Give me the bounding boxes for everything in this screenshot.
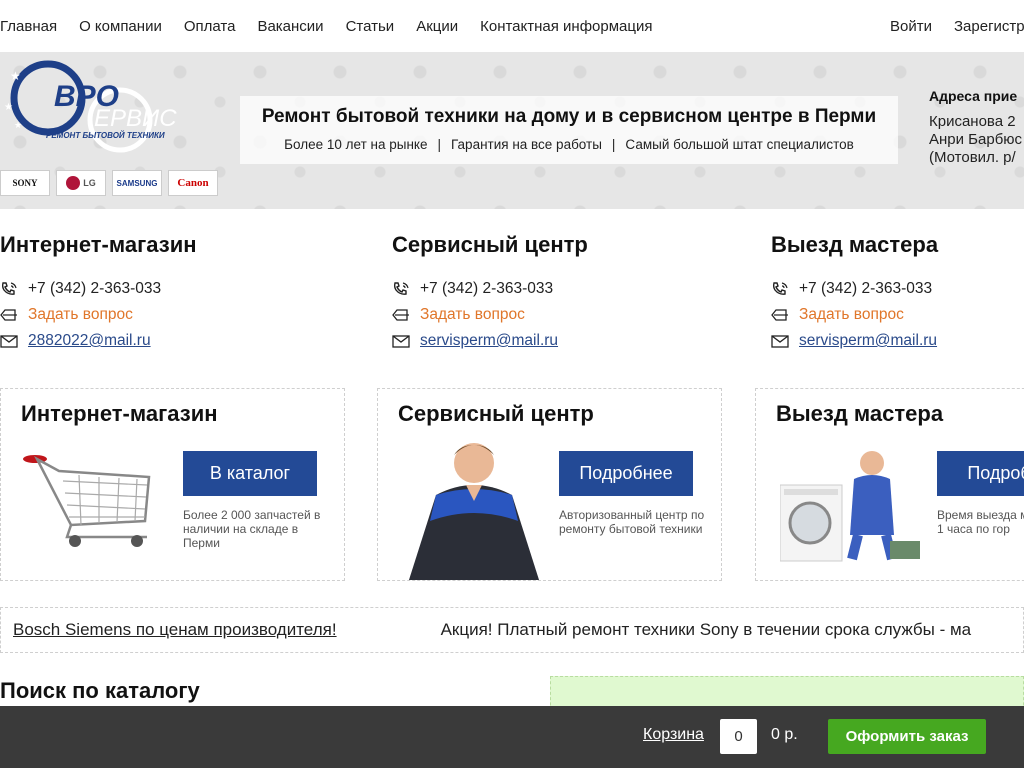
catalog-button[interactable]: В каталог [183,451,317,496]
address-heading: Адреса прие [929,88,1018,104]
nav-item-contacts[interactable]: Контактная информация [480,18,652,35]
promo-text[interactable]: Акция! Платный ремонт техники Sony в теч… [441,620,972,640]
email-row: servisperm@mail.ru [771,328,938,354]
tagline-box: Ремонт бытовой техники на дому и в серви… [240,96,898,164]
card-note: Время выезда м от 1 часа по гор [937,508,1024,536]
feature-item: Более 10 лет на рынке [284,137,428,152]
star-icon: ★ [4,102,13,113]
login-link[interactable]: Войти [890,18,932,35]
cart-total: 0 р. [771,726,798,743]
email-link[interactable]: 2882022@mail.ru [28,332,151,350]
phone-row: +7 (342) 2-363-033 [392,276,588,302]
company-logo[interactable]: ВРО ЕРВИС РЕМОНТ БЫТОВОЙ ТЕХНИКИ ★ ★ ★ [2,60,212,160]
address-line: (Мотовил. р/ [929,149,1016,166]
email-link[interactable]: servisperm@mail.ru [420,332,558,350]
phone-number[interactable]: +7 (342) 2-363-033 [420,280,553,298]
phone-icon [772,282,788,295]
nav-item-vacancies[interactable]: Вакансии [257,18,323,35]
nav-item-promotions[interactable]: Акции [416,18,458,35]
cart-link[interactable]: Корзина [643,726,704,744]
phone-number[interactable]: +7 (342) 2-363-033 [799,280,932,298]
phone-icon [1,282,17,295]
checkout-button[interactable]: Оформить заказ [828,719,986,754]
card-title: Сервисный центр [398,401,594,426]
address-block: Адреса прие Крисанова 2 Анри Барбюс (Мот… [929,88,1022,167]
brand-canon: Canon [168,170,218,196]
star-icon: ★ [10,69,21,83]
nav-item-articles[interactable]: Статьи [346,18,395,35]
nav-item-home[interactable]: Главная [0,18,57,35]
email-row: servisperm@mail.ru [392,328,588,354]
ask-row: Задать вопрос [771,302,938,328]
ask-row: Задать вопрос [0,302,197,328]
brand-lg: LG [56,170,106,196]
phone-row: +7 (342) 2-363-033 [0,276,197,302]
card-title: Выезд мастера [776,401,944,426]
cart-quantity: 0 [720,719,757,754]
feature-separator: | [611,137,616,152]
cart-bar: Корзина 0 0 р. Оформить заказ [0,706,1024,768]
feature-separator: | [437,137,441,152]
card-shop: Интернет-магазин В каталог Более 2 000 з… [0,388,345,581]
contact-title: Сервисный центр [392,232,588,257]
header-banner: ВРО ЕРВИС РЕМОНТ БЫТОВОЙ ТЕХНИКИ ★ ★ ★ S… [0,52,1024,209]
master-details-button[interactable]: Подробн [937,451,1024,496]
card-note: Более 2 000 запчастей в наличии на склад… [183,508,321,550]
page-title: Ремонт бытовой техники на дому и в серви… [261,106,877,127]
shopping-cart-icon [23,455,151,547]
star-icon: ★ [14,120,22,130]
nav-item-payment[interactable]: Оплата [184,18,236,35]
ask-question-link[interactable]: Задать вопрос [799,306,904,324]
feature-item: Самый большой штат специалистов [625,137,854,152]
logo-tagline: РЕМОНТ БЫТОВОЙ ТЕХНИКИ [46,131,165,140]
contact-service: Сервисный центр +7 (342) 2-363-033 Задат… [392,232,588,354]
catalog-search-title: Поиск по каталогу [0,678,200,703]
top-nav: Главная О компании Оплата Вакансии Стать… [0,0,1024,52]
brand-sony: SONY [0,170,50,196]
phone-number[interactable]: +7 (342) 2-363-033 [28,280,161,298]
mail-icon [771,335,789,348]
question-icon [0,309,17,321]
address-line: Анри Барбюс [929,131,1023,148]
logo-wordmark-2: ЕРВИС [94,105,177,132]
nav-item-about[interactable]: О компании [79,18,162,35]
address-line: Крисанова 2 [929,113,1016,130]
promo-ticker: Bosch Siemens по ценам производителя! Ак… [0,607,1024,653]
promo-link[interactable]: Bosch Siemens по ценам производителя! [13,620,337,640]
card-service: Сервисный центр Подробнее Авторизованный… [377,388,722,581]
card-master: Выезд мастера Подробн Время выезда м от … [755,388,1024,581]
phone-row: +7 (342) 2-363-033 [771,276,938,302]
feature-list: Более 10 лет на рынке | Гарантия на все ра… [240,137,898,152]
lg-icon [66,176,81,190]
technician-photo [408,443,540,580]
ask-question-link[interactable]: Задать вопрос [420,306,525,324]
card-note: Авторизованный центр по ремонту бытовой … [559,508,705,536]
email-row: 2882022@mail.ru [0,328,197,354]
contact-title: Интернет-магазин [0,232,197,257]
washing-machine-photo [780,451,920,562]
contact-shop: Интернет-магазин +7 (342) 2-363-033 Зада… [0,232,197,354]
contact-master: Выезд мастера +7 (342) 2-363-033 Задать … [771,232,938,354]
email-link[interactable]: servisperm@mail.ru [799,332,937,350]
contact-title: Выезд мастера [771,232,939,257]
question-icon [392,309,409,321]
nav-menu: Главная О компании Оплата Вакансии Стать… [0,18,674,35]
brand-samsung: SAMSUNG [112,170,162,196]
ask-question-link[interactable]: Задать вопрос [28,306,133,324]
feature-item: Гарантия на все работы [451,137,602,152]
question-icon [771,309,788,321]
service-details-button[interactable]: Подробнее [559,451,693,496]
mail-icon [392,335,410,348]
register-link[interactable]: Зарегистр [954,18,1024,35]
phone-icon [393,282,409,295]
ask-row: Задать вопрос [392,302,588,328]
brand-logos: SONY LG SAMSUNG Canon [0,170,218,196]
brand-lg-label: LG [83,178,96,188]
mail-icon [0,335,18,348]
auth-links: Войти Зарегистр [890,0,1024,52]
card-title: Интернет-магазин [21,401,218,426]
